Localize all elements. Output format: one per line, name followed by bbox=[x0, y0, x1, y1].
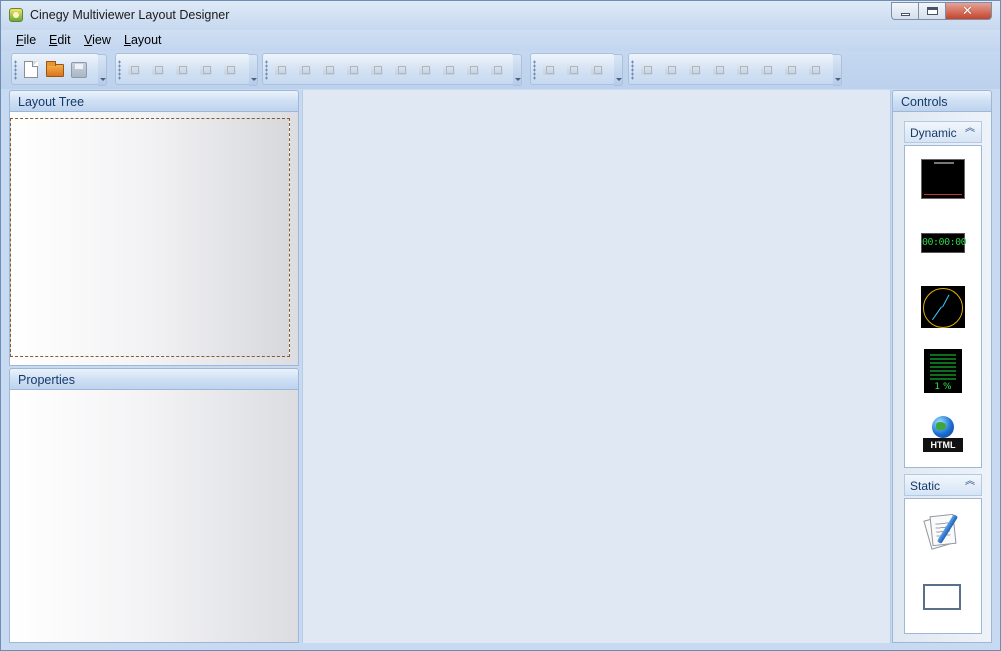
menu-view[interactable]: View bbox=[84, 33, 111, 47]
menu-edit[interactable]: Edit bbox=[49, 33, 71, 47]
globe-icon bbox=[932, 416, 954, 438]
static-section-header[interactable]: Static ︽ bbox=[904, 474, 982, 496]
toolbar-strip bbox=[1, 51, 1000, 89]
menu-layout[interactable]: Layout bbox=[124, 33, 162, 47]
window-controls: ✕ bbox=[891, 2, 992, 20]
new-button[interactable] bbox=[19, 58, 41, 80]
clock-hour-hand bbox=[942, 294, 950, 308]
save-icon bbox=[71, 62, 87, 78]
spacing-2-button[interactable] bbox=[660, 58, 682, 80]
toolbar-grip[interactable] bbox=[118, 60, 121, 80]
close-button[interactable]: ✕ bbox=[945, 2, 992, 20]
app-window: Cinegy Multiviewer Layout Designer ✕ Fil… bbox=[0, 0, 1001, 651]
meter-bars bbox=[930, 354, 956, 380]
html-label: HTML bbox=[923, 438, 963, 452]
layout-canvas[interactable] bbox=[302, 90, 891, 643]
align-left-button[interactable] bbox=[414, 58, 436, 80]
align-right-button[interactable] bbox=[438, 58, 460, 80]
toolbar-grip[interactable] bbox=[533, 60, 536, 80]
clock-minute-hand bbox=[932, 306, 942, 321]
open-folder-icon bbox=[46, 61, 64, 77]
toolbar-edit bbox=[115, 53, 258, 86]
properties-panel[interactable] bbox=[9, 390, 299, 643]
paste-button[interactable] bbox=[195, 58, 217, 80]
toolbar-overflow-button[interactable] bbox=[513, 54, 522, 86]
waveform-monitor-icon[interactable] bbox=[921, 159, 965, 199]
center-vertical-button[interactable] bbox=[486, 58, 508, 80]
align-bottom-button[interactable] bbox=[390, 58, 412, 80]
toolbar-file bbox=[11, 53, 107, 86]
toolbar-grip[interactable] bbox=[265, 60, 268, 80]
dynamic-section-label: Dynamic bbox=[910, 126, 957, 140]
toolbar-size bbox=[530, 53, 623, 86]
layout-tree-header: Layout Tree bbox=[9, 90, 299, 112]
cut-button[interactable] bbox=[147, 58, 169, 80]
spacing-1-button[interactable] bbox=[636, 58, 658, 80]
same-size-button[interactable] bbox=[586, 58, 608, 80]
collapse-icon[interactable]: ︽ bbox=[965, 477, 976, 489]
properties-header: Properties bbox=[9, 368, 299, 390]
spacing-4-button[interactable] bbox=[708, 58, 730, 80]
send-to-back-button[interactable] bbox=[342, 58, 364, 80]
spacing-5-button[interactable] bbox=[732, 58, 754, 80]
close-icon: ✕ bbox=[962, 4, 973, 19]
undo-button[interactable] bbox=[123, 58, 145, 80]
same-height-button[interactable] bbox=[562, 58, 584, 80]
spacing-6-button[interactable] bbox=[756, 58, 778, 80]
static-controls-list bbox=[904, 498, 982, 634]
minimize-button[interactable] bbox=[891, 2, 918, 20]
save-button[interactable] bbox=[67, 58, 89, 80]
new-document-icon bbox=[24, 61, 38, 78]
toolbar-overflow-button[interactable] bbox=[98, 54, 107, 86]
window-title: Cinegy Multiviewer Layout Designer bbox=[30, 8, 230, 22]
toolbar-overflow-button[interactable] bbox=[833, 54, 842, 86]
toolbar-grip[interactable] bbox=[14, 60, 17, 80]
dynamic-section-header[interactable]: Dynamic ︽ bbox=[904, 121, 982, 143]
spacing-8-button[interactable] bbox=[804, 58, 826, 80]
copy-button[interactable] bbox=[171, 58, 193, 80]
menu-file[interactable]: File bbox=[16, 33, 36, 47]
align-top-button[interactable] bbox=[366, 58, 388, 80]
toolbar-overflow-button[interactable] bbox=[614, 54, 623, 86]
app-logo-icon bbox=[9, 8, 23, 22]
controls-header: Controls bbox=[892, 90, 992, 112]
bring-forward-button[interactable] bbox=[294, 58, 316, 80]
same-width-button[interactable] bbox=[538, 58, 560, 80]
menu-bar: File Edit View Layout bbox=[1, 30, 1000, 51]
layout-tree-view[interactable] bbox=[10, 118, 290, 357]
toolbar-grip[interactable] bbox=[631, 60, 634, 80]
toolbar-spacing bbox=[628, 53, 842, 86]
toolbar-arrange bbox=[262, 53, 522, 86]
analog-clock-icon[interactable] bbox=[921, 286, 965, 328]
meter-percent: 1 % bbox=[934, 382, 952, 392]
spacing-7-button[interactable] bbox=[780, 58, 802, 80]
delete-button[interactable] bbox=[219, 58, 241, 80]
html-globe-icon[interactable]: HTML bbox=[923, 416, 963, 456]
open-button[interactable] bbox=[43, 58, 65, 80]
timecode-icon[interactable]: 00:00:00 bbox=[921, 233, 967, 253]
maximize-button[interactable] bbox=[918, 2, 945, 20]
minimize-icon bbox=[901, 13, 910, 16]
toolbar-overflow-button[interactable] bbox=[249, 54, 258, 86]
audio-meter-icon[interactable]: 1 % bbox=[924, 349, 962, 393]
center-horizontal-button[interactable] bbox=[462, 58, 484, 80]
rectangle-icon[interactable] bbox=[923, 584, 961, 610]
static-section-label: Static bbox=[910, 479, 941, 493]
bring-to-front-button[interactable] bbox=[270, 58, 292, 80]
title-bar[interactable]: Cinegy Multiviewer Layout Designer ✕ bbox=[1, 1, 1000, 30]
spacing-3-button[interactable] bbox=[684, 58, 706, 80]
collapse-icon[interactable]: ︽ bbox=[965, 124, 976, 136]
dynamic-controls-list: 00:00:00 1 % HTML bbox=[904, 145, 982, 468]
text-note-icon[interactable] bbox=[923, 511, 963, 551]
send-backward-button[interactable] bbox=[318, 58, 340, 80]
maximize-icon bbox=[927, 7, 938, 15]
